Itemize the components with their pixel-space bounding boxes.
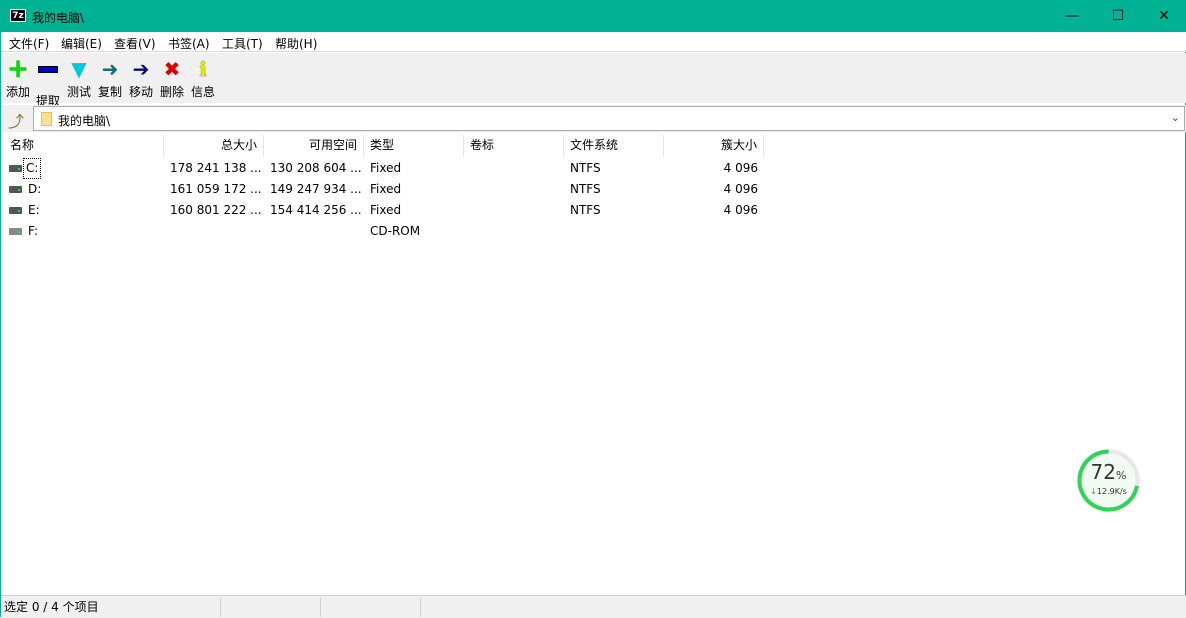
close-button[interactable]: ✕ bbox=[1141, 1, 1186, 32]
hard-drive-icon bbox=[9, 207, 22, 214]
percent-value: 72 bbox=[1090, 460, 1116, 484]
delete-label: 删除 bbox=[159, 85, 184, 99]
add-label: 添加 bbox=[5, 85, 30, 99]
network-speed-widget[interactable]: 72% ↓12.9K/s bbox=[1075, 447, 1142, 514]
check-chevron-icon: ▼ bbox=[71, 57, 87, 81]
status-pane bbox=[321, 598, 421, 617]
maximize-button[interactable]: ☐ bbox=[1095, 1, 1141, 32]
status-bar: 选定 0 / 4 个项目 bbox=[1, 595, 1186, 618]
delete-x-icon: ✖ bbox=[163, 57, 181, 81]
cell-type: Fixed bbox=[370, 161, 402, 175]
move-arrow-icon: ➔ bbox=[132, 57, 150, 81]
copy-button[interactable]: ➜ 复制 bbox=[95, 57, 125, 100]
folder-icon bbox=[41, 112, 52, 126]
menu-help[interactable]: 帮助(H) bbox=[275, 35, 317, 52]
move-label: 移动 bbox=[128, 85, 153, 99]
cell-fs: NTFS bbox=[570, 161, 601, 175]
cell-cluster: 4 096 bbox=[723, 161, 758, 175]
info-button[interactable]: i 信息 bbox=[188, 57, 218, 100]
column-total-size[interactable]: 总大小 bbox=[164, 135, 264, 157]
download-arrow-icon: ↓ bbox=[1090, 487, 1097, 496]
cell-total: 161 059 172 ... bbox=[170, 182, 262, 196]
cell-fs: NTFS bbox=[570, 182, 601, 196]
percent-sign: % bbox=[1116, 469, 1127, 482]
info-icon: i bbox=[199, 57, 207, 81]
address-input[interactable]: 我的电脑\ ⌄ bbox=[33, 106, 1185, 131]
drive-row[interactable]: E: 160 801 222 ... 154 414 256 ... Fixed NTF… bbox=[1, 200, 1186, 221]
cell-cluster: 4 096 bbox=[723, 203, 758, 217]
percent-text: 72% bbox=[1075, 460, 1142, 484]
copy-arrow-icon: ➜ bbox=[101, 57, 119, 81]
column-free-space[interactable]: 可用空间 bbox=[264, 135, 364, 157]
cell-name: C: bbox=[22, 158, 42, 179]
minimize-button[interactable]: — bbox=[1049, 1, 1095, 32]
drive-row[interactable]: C: 178 241 138 ... 130 208 604 ... Fixed NTF… bbox=[1, 158, 1186, 179]
drive-row[interactable]: D: 161 059 172 ... 149 247 934 ... Fixed NTF… bbox=[1, 179, 1186, 200]
menu-edit[interactable]: 编辑(E) bbox=[61, 35, 102, 52]
chevron-down-icon[interactable]: ⌄ bbox=[1171, 111, 1180, 124]
cell-name: F: bbox=[28, 224, 39, 238]
plus-icon: + bbox=[7, 54, 29, 84]
column-type[interactable]: 类型 bbox=[364, 135, 464, 157]
status-pane bbox=[221, 598, 321, 617]
address-row: ⤴ 我的电脑\ ⌄ bbox=[1, 105, 1186, 132]
column-cluster-size[interactable]: 簇大小 bbox=[664, 135, 764, 157]
window-title: 我的电脑\ bbox=[32, 11, 85, 25]
title-bar: 7z 我的电脑\ — ☐ ✕ bbox=[1, 1, 1186, 32]
hard-drive-icon bbox=[9, 165, 22, 172]
cell-total: 160 801 222 ... bbox=[170, 203, 262, 217]
test-label: 测试 bbox=[66, 85, 91, 99]
address-text: 我的电脑\ bbox=[58, 114, 111, 128]
cell-free: 154 414 256 ... bbox=[270, 203, 362, 217]
menu-bookmarks[interactable]: 书签(A) bbox=[168, 35, 210, 52]
hard-drive-icon bbox=[9, 186, 22, 193]
minus-icon bbox=[33, 66, 63, 90]
speed-text: ↓12.9K/s bbox=[1075, 487, 1142, 496]
move-button[interactable]: ➔ 移动 bbox=[126, 57, 156, 100]
cell-total: 178 241 138 ... bbox=[170, 161, 262, 175]
cell-name: D: bbox=[28, 182, 42, 196]
folder-up-icon: ⤴ bbox=[7, 112, 24, 131]
cell-fs: NTFS bbox=[570, 203, 601, 217]
add-button[interactable]: + 添加 bbox=[3, 54, 33, 100]
cell-free: 149 247 934 ... bbox=[270, 182, 362, 196]
drive-row[interactable]: F: CD-ROM bbox=[1, 221, 1186, 242]
parent-folder-button[interactable]: ⤴ bbox=[5, 108, 27, 131]
menu-tools[interactable]: 工具(T) bbox=[222, 35, 263, 52]
menu-view[interactable]: 查看(V) bbox=[114, 35, 156, 52]
cell-name: E: bbox=[28, 203, 40, 217]
toolbar: + 添加 提取 ▼ 测试 ➜ 复制 ➔ 移动 ✖ 删除 i 信息 bbox=[1, 53, 1186, 108]
info-label: 信息 bbox=[190, 85, 215, 99]
test-button[interactable]: ▼ 测试 bbox=[64, 57, 94, 100]
column-label[interactable]: 卷标 bbox=[464, 135, 564, 157]
menu-file[interactable]: 文件(F) bbox=[9, 35, 49, 52]
delete-button[interactable]: ✖ 删除 bbox=[157, 57, 187, 100]
column-name[interactable]: 名称 bbox=[4, 135, 164, 157]
selection-status: 选定 0 / 4 个项目 bbox=[1, 598, 221, 617]
speed-value: 12.9K/s bbox=[1096, 487, 1127, 496]
menu-bar: 文件(F) 编辑(E) 查看(V) 书签(A) 工具(T) 帮助(H) bbox=[1, 32, 1186, 52]
extract-button[interactable]: 提取 bbox=[33, 57, 63, 109]
cdrom-drive-icon bbox=[9, 228, 22, 235]
cell-type: Fixed bbox=[370, 203, 402, 217]
cell-type: Fixed bbox=[370, 182, 402, 196]
list-header: 名称 总大小 可用空间 类型 卷标 文件系统 簇大小 bbox=[1, 135, 1186, 157]
cell-cluster: 4 096 bbox=[723, 182, 758, 196]
copy-label: 复制 bbox=[97, 85, 122, 99]
cell-free: 130 208 604 ... bbox=[270, 161, 362, 175]
column-file-system[interactable]: 文件系统 bbox=[564, 135, 664, 157]
cell-type: CD-ROM bbox=[370, 224, 421, 238]
7zip-app-icon: 7z bbox=[10, 9, 26, 22]
